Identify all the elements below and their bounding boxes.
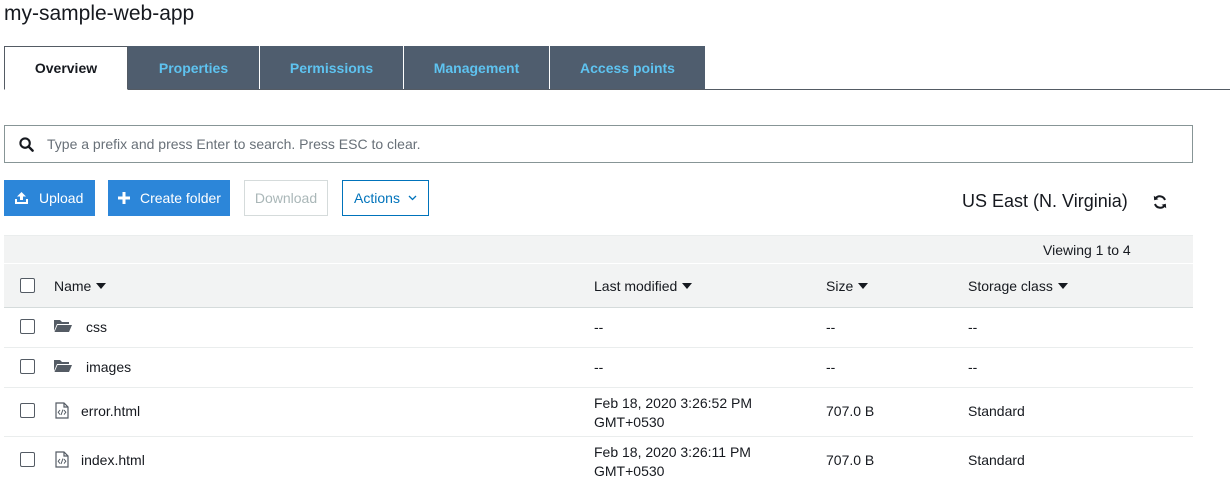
object-storage-class: Standard	[968, 452, 1025, 468]
row-checkbox[interactable]	[20, 359, 35, 374]
object-name[interactable]: index.html	[81, 452, 145, 468]
tab-properties[interactable]: Properties	[128, 46, 260, 89]
row-checkbox[interactable]	[20, 319, 35, 334]
actions-dropdown-label: Actions	[354, 190, 400, 206]
search-input[interactable]	[47, 136, 1147, 152]
column-header-size-label: Size	[826, 278, 854, 294]
column-header-size[interactable]: Size	[826, 278, 869, 294]
object-modified: Feb 18, 2020 3:26:11 PM GMT+0530	[594, 443, 751, 481]
column-header-storage[interactable]: Storage class	[968, 278, 1068, 294]
column-header-storage-label: Storage class	[968, 278, 1053, 294]
sort-caret-icon	[682, 283, 693, 289]
download-button-label: Download	[254, 190, 318, 206]
row-checkbox[interactable]	[20, 403, 35, 418]
chevron-down-icon	[408, 195, 417, 201]
column-header-modified[interactable]: Last modified	[594, 278, 693, 294]
tab-access-points[interactable]: Access points	[550, 46, 705, 89]
tab-management[interactable]: Management	[404, 46, 550, 89]
tab-overview[interactable]: Overview	[4, 46, 128, 90]
column-header-name-label: Name	[54, 278, 92, 294]
viewing-count: Viewing 1 to 4	[1043, 242, 1131, 258]
region-label: US East (N. Virginia)	[962, 191, 1128, 211]
actions-dropdown[interactable]: Actions	[342, 180, 429, 216]
object-name[interactable]: images	[86, 359, 131, 375]
object-size: 707.0 B	[826, 452, 875, 468]
object-size: 707.0 B	[826, 403, 875, 419]
refresh-icon[interactable]	[1152, 194, 1168, 210]
tab-permissions[interactable]: Permissions	[260, 46, 404, 89]
object-storage-class: Standard	[968, 403, 1025, 419]
bucket-title: my-sample-web-app	[4, 2, 195, 25]
object-storage-class: --	[968, 359, 978, 375]
sort-caret-icon	[858, 283, 869, 289]
row-checkbox[interactable]	[20, 452, 35, 467]
upload-button-label: Upload	[39, 190, 84, 206]
object-modified-datetime: Feb 18, 2020 3:26:11 PM	[594, 444, 751, 460]
column-header-modified-label: Last modified	[594, 278, 678, 294]
select-all-checkbox[interactable]	[20, 278, 35, 293]
column-header-name[interactable]: Name	[54, 278, 107, 294]
object-modified: --	[594, 359, 604, 375]
sort-caret-icon	[96, 283, 107, 289]
code-file-icon	[55, 402, 69, 424]
code-file-icon	[55, 451, 69, 473]
tab-underline	[128, 89, 1230, 90]
create-folder-button-label: Create folder	[140, 190, 221, 206]
object-modified-datetime: Feb 18, 2020 3:26:52 PM	[594, 395, 752, 411]
plus-icon	[118, 192, 130, 204]
create-folder-button[interactable]: Create folder	[108, 180, 230, 216]
upload-button[interactable]: Upload	[4, 180, 95, 216]
download-button[interactable]: Download	[244, 180, 328, 216]
object-modified-timezone: GMT+0530	[594, 463, 665, 479]
sort-caret-icon	[1057, 283, 1068, 289]
object-modified: --	[594, 319, 604, 335]
object-name[interactable]: css	[86, 319, 107, 335]
tab-bar: Overview Properties Permissions Manageme…	[4, 46, 705, 90]
pagination-bar	[4, 235, 1193, 263]
folder-icon	[54, 319, 72, 338]
object-storage-class: --	[968, 319, 978, 335]
object-modified: Feb 18, 2020 3:26:52 PM GMT+0530	[594, 394, 752, 432]
upload-icon	[14, 191, 29, 205]
folder-icon	[54, 359, 72, 378]
object-name[interactable]: error.html	[81, 403, 140, 419]
search-icon	[5, 136, 47, 152]
object-size: --	[826, 319, 836, 335]
object-modified-timezone: GMT+0530	[594, 414, 665, 430]
search-bar	[4, 125, 1193, 163]
object-size: --	[826, 359, 836, 375]
